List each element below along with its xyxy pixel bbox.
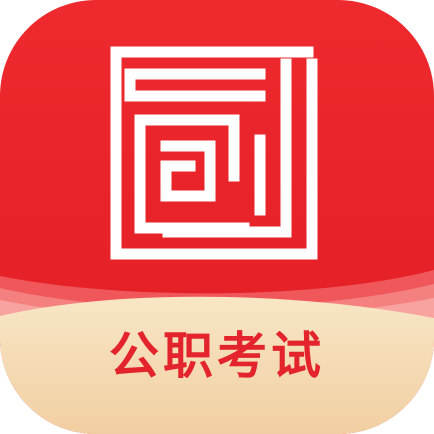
app-icon[interactable]: 公职考试 bbox=[0, 0, 434, 434]
app-caption-text: 公职考试 bbox=[109, 327, 325, 385]
